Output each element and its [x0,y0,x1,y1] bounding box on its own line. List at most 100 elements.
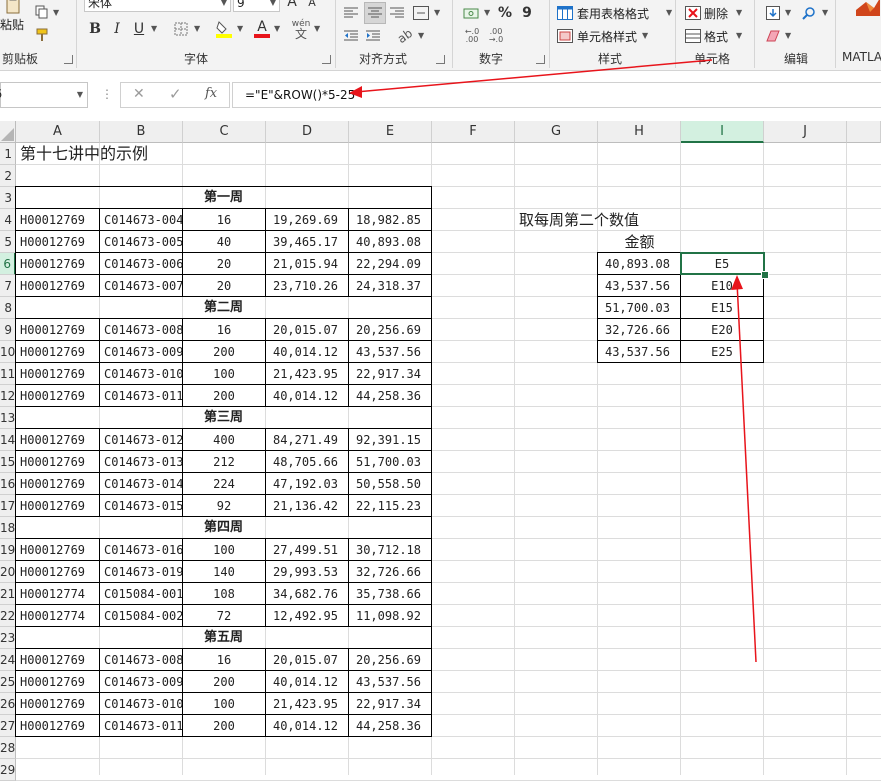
side-header[interactable]: 金额 [598,231,681,253]
table-cell[interactable]: 400 [182,428,266,451]
column-header-d[interactable]: D [266,121,349,143]
table-cell[interactable]: 24,318.37 [348,274,432,297]
table-cell[interactable]: 40 [182,230,266,253]
table-cell[interactable]: C014673-015 [99,494,183,517]
table-cell[interactable]: C014673-009 [99,340,183,363]
table-cell[interactable]: 100 [182,692,266,715]
side-title[interactable]: 取每周第二个数值 [515,209,764,231]
table-cell[interactable]: 43,537.56 [348,670,432,693]
format-as-table-dropdown-icon[interactable]: ▼ [666,8,672,17]
delete-dropdown-icon[interactable]: ▼ [736,8,742,17]
table-cell[interactable]: C014673-010 [99,362,183,385]
row-header-3[interactable]: 3 [0,187,16,209]
row-header-7[interactable]: 7 [0,275,16,297]
table-cell[interactable]: C014673-016 [99,538,183,561]
table-cell[interactable]: H00012769 [15,318,100,341]
underline-dropdown-icon[interactable]: ▼ [151,24,157,33]
fill-color-icon[interactable] [214,18,234,40]
table-cell[interactable]: 40,014.12 [265,384,349,407]
table-cell[interactable]: C014673-009 [99,670,183,693]
row-header-14[interactable]: 14 [0,429,16,451]
side-ref-cell[interactable]: E15 [680,296,764,319]
font-launcher-icon[interactable] [322,55,331,64]
row-header-28[interactable]: 28 [0,737,16,759]
column-header-h[interactable]: H [598,121,681,143]
table-cell[interactable]: 22,917.34 [348,692,432,715]
table-cell[interactable]: 18,982.85 [348,208,432,231]
column-header-g[interactable]: G [515,121,598,143]
table-cell[interactable]: C014673-011 [99,714,183,737]
side-value-cell[interactable]: 40,893.08 [597,252,681,275]
row-header-15[interactable]: 15 [0,451,16,473]
table-cell[interactable]: 21,015.94 [265,252,349,275]
table-cell[interactable]: C014673-004 [99,208,183,231]
table-cell[interactable]: 20,015.07 [265,648,349,671]
week-header[interactable]: 第三周 [15,406,432,429]
table-cell[interactable]: 40,014.12 [265,670,349,693]
side-value-cell[interactable]: 32,726.66 [597,318,681,341]
row-header-13[interactable]: 13 [0,407,16,429]
paste-label[interactable]: 粘贴 [0,16,24,33]
table-cell[interactable]: C014673-010 [99,692,183,715]
table-cell[interactable]: H00012769 [15,450,100,473]
table-cell[interactable]: 100 [182,362,266,385]
week-header[interactable]: 第二周 [15,296,432,319]
table-cell[interactable]: 140 [182,560,266,583]
table-cell[interactable]: C014673-005 [99,230,183,253]
comma-style-button[interactable]: 9 [518,4,536,22]
align-center-icon[interactable] [364,2,386,24]
active-cell-selection[interactable] [680,252,765,275]
table-cell[interactable]: H00012769 [15,252,100,275]
number-launcher-icon[interactable] [536,55,545,64]
row-header-10[interactable]: 10 [0,341,16,363]
column-header-i[interactable]: I [681,121,764,143]
sheet-title[interactable]: 第十七讲中的示例 [16,143,349,165]
format-as-table-button[interactable]: 套用表格格式 [577,5,649,22]
week-header[interactable]: 第四周 [15,516,432,539]
matlab-icon[interactable] [853,0,881,16]
table-cell[interactable]: 40,014.12 [265,714,349,737]
row-header-5[interactable]: 5 [0,231,16,253]
table-cell[interactable]: 108 [182,582,266,605]
table-cell[interactable]: 40,014.12 [265,340,349,363]
table-cell[interactable]: C014673-011 [99,384,183,407]
fill-handle[interactable] [761,271,769,279]
column-header-e[interactable]: E [349,121,432,143]
italic-button[interactable]: I [108,20,126,38]
row-header-22[interactable]: 22 [0,605,16,627]
format-dropdown-icon[interactable]: ▼ [736,31,742,40]
borders-dropdown-icon[interactable]: ▼ [194,24,200,33]
table-cell[interactable]: H00012769 [15,670,100,693]
row-header-19[interactable]: 19 [0,539,16,561]
underline-button[interactable]: U [130,20,148,38]
table-cell[interactable]: 16 [182,648,266,671]
merge-center-icon[interactable] [412,4,430,22]
alignment-launcher-icon[interactable] [436,55,445,64]
row-header-1[interactable]: 1 [0,143,16,165]
table-cell[interactable]: H00012774 [15,604,100,627]
table-cell[interactable]: 72 [182,604,266,627]
enter-icon[interactable]: ✓ [169,85,182,103]
clear-icon[interactable] [764,27,782,45]
table-cell[interactable]: 22,115.23 [348,494,432,517]
week-header[interactable]: 第五周 [15,626,432,649]
copy-icon[interactable] [34,4,50,20]
table-cell[interactable]: 50,558.50 [348,472,432,495]
cell-styles-button[interactable]: 单元格样式 [577,28,637,45]
table-cell[interactable]: 21,136.42 [265,494,349,517]
table-cell[interactable]: 92,391.15 [348,428,432,451]
table-cell[interactable]: H00012769 [15,340,100,363]
table-cell[interactable]: H00012769 [15,538,100,561]
table-cell[interactable]: C015084-001 [99,582,183,605]
row-header-18[interactable]: 18 [0,517,16,539]
table-cell[interactable]: 200 [182,384,266,407]
format-cells-icon[interactable] [684,27,702,45]
table-cell[interactable]: 20,015.07 [265,318,349,341]
column-header-next[interactable] [847,121,881,143]
row-header-12[interactable]: 12 [0,385,16,407]
side-value-cell[interactable]: 43,537.56 [597,340,681,363]
column-header-j[interactable]: J [764,121,847,143]
table-cell[interactable]: 51,700.03 [348,450,432,473]
table-cell[interactable]: 23,710.26 [265,274,349,297]
row-header-6[interactable]: 6 [0,253,16,275]
